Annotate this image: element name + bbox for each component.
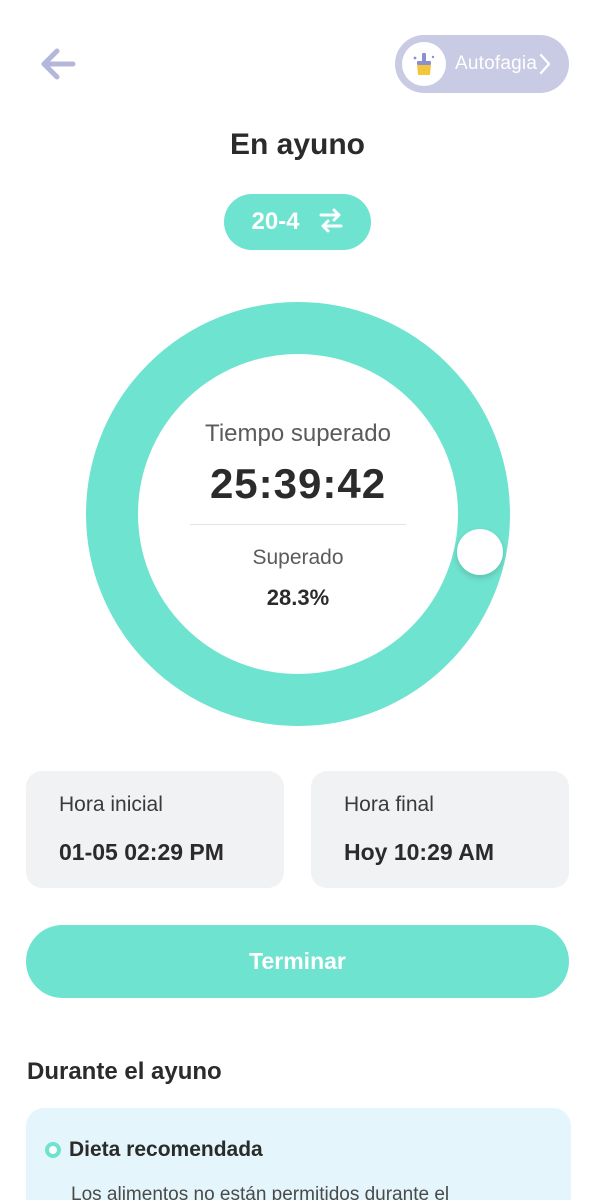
progress-ring: Tiempo superado 25:39:42 Superado 28.3%: [86, 302, 510, 726]
divider: [190, 524, 406, 525]
plan-selector-button[interactable]: 20-4: [224, 194, 371, 250]
end-time-value: Hoy 10:29 AM: [344, 839, 494, 865]
plan-label: 20-4: [251, 208, 300, 235]
broom-icon: [402, 42, 446, 86]
end-time-card[interactable]: Hora final Hoy 10:29 AM: [311, 771, 569, 888]
back-button[interactable]: [34, 44, 82, 88]
percent-value: 28.3%: [266, 585, 330, 610]
tip-card[interactable]: Dieta recomendada Los alimentos no están…: [26, 1108, 571, 1200]
swap-arrows-icon: [318, 207, 344, 238]
finish-label: Terminar: [249, 948, 346, 974]
end-time-label: Hora final: [344, 793, 434, 816]
section-title: Durante el ayuno: [27, 1058, 222, 1085]
elapsed-label: Tiempo superado: [205, 420, 391, 447]
finish-button[interactable]: Terminar: [26, 925, 569, 998]
start-time-value: 01-05 02:29 PM: [59, 839, 224, 865]
chevron-right-icon: [539, 53, 551, 75]
page-title: En ayuno: [229, 128, 365, 161]
fasting-screen: Autofagia En ayuno 20-4 Tiempo superado …: [0, 0, 595, 1200]
bullet-ring-icon: [45, 1142, 61, 1158]
tip-title: Dieta recomendada: [69, 1138, 263, 1161]
progress-knob[interactable]: [457, 529, 504, 576]
start-time-card[interactable]: Hora inicial 01-05 02:29 PM: [26, 771, 284, 888]
tip-text: Los alimentos no están permitidos durant…: [71, 1184, 450, 1200]
arrow-left-icon: [39, 47, 77, 86]
status-label: Superado: [252, 546, 344, 569]
autofagia-label: Autofagia: [455, 53, 538, 74]
elapsed-time: 25:39:42: [209, 460, 387, 507]
autofagia-button[interactable]: Autofagia: [395, 35, 569, 93]
start-time-label: Hora inicial: [59, 793, 163, 816]
ring-center: Tiempo superado 25:39:42 Superado 28.3%: [86, 302, 510, 726]
